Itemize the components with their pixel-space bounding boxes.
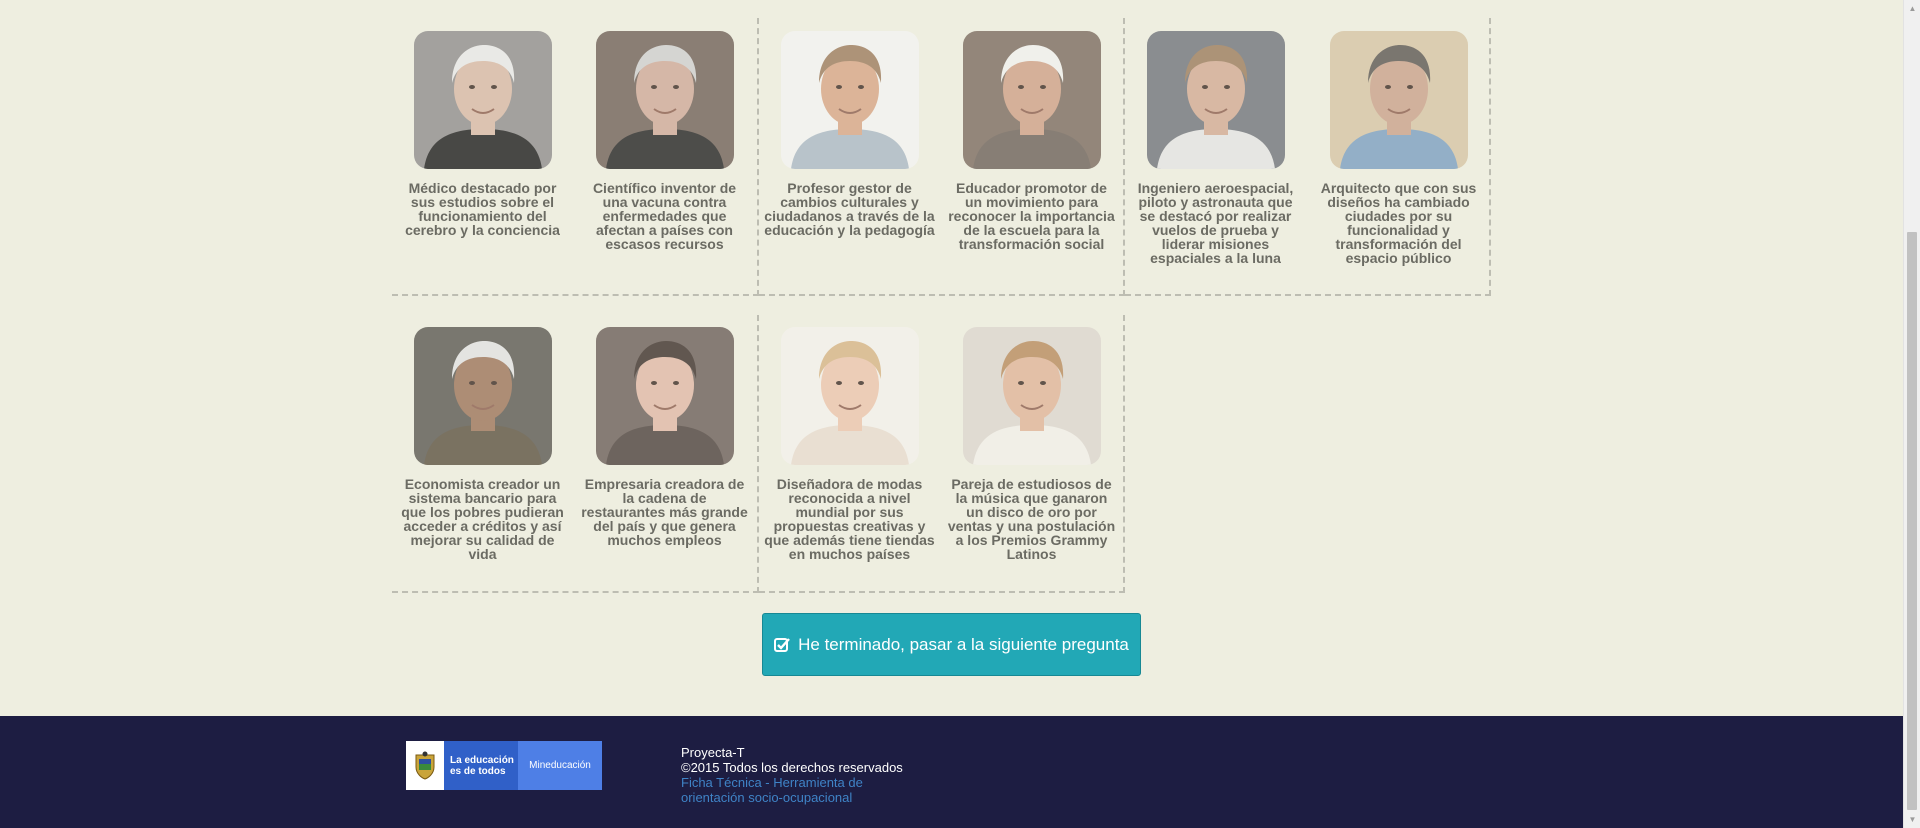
footer-info: Proyecta-T ©2015 Todos los derechos rese… — [681, 745, 903, 805]
portrait-image — [962, 327, 1101, 465]
footer-site-name: Proyecta-T — [681, 745, 745, 760]
profile-card[interactable]: Pareja de estudiosos de la música que ga… — [940, 327, 1123, 561]
page-scrollbar[interactable]: ▲ ▼ — [1903, 0, 1920, 828]
check-square-icon — [774, 637, 791, 652]
portrait-photo — [413, 31, 552, 169]
portrait-photo — [962, 327, 1101, 465]
technical-sheet-link[interactable]: Ficha Técnica - Herramienta de orientaci… — [681, 775, 891, 805]
portrait-photo — [595, 31, 734, 169]
profile-card[interactable]: Arquitecto que con sus diseños ha cambia… — [1307, 31, 1490, 265]
profile-card[interactable]: Ingeniero aeroespacial, piloto y astrona… — [1124, 31, 1307, 265]
logo-tagline: La educación es de todos — [444, 741, 518, 790]
card-caption: Científico inventor de una vacuna contra… — [592, 180, 737, 252]
profile-card[interactable]: Profesor gestor de cambios culturales y … — [758, 31, 941, 237]
portrait-image — [595, 327, 734, 465]
portrait-image — [962, 31, 1101, 169]
logo-line-2: es de todos — [450, 765, 506, 777]
portrait-photo — [780, 327, 919, 465]
card-caption: Médico destacado por sus estudios sobre … — [405, 180, 560, 238]
profile-card[interactable]: Empresaria creadora de la cadena de rest… — [573, 327, 756, 547]
logo-ministry-name: Mineducación — [518, 741, 602, 790]
portrait-image — [595, 31, 734, 169]
portrait-image — [1146, 31, 1285, 169]
profile-card[interactable]: Economista creador un sistema bancario p… — [391, 327, 574, 561]
portrait-image — [780, 327, 919, 465]
portrait-photo — [962, 31, 1101, 169]
card-caption: Educador promotor de un movimiento para … — [948, 180, 1115, 252]
portrait-photo — [413, 327, 552, 465]
card-caption: Empresaria creadora de la cadena de rest… — [581, 476, 748, 548]
portrait-photo — [1146, 31, 1285, 169]
portrait-image — [780, 31, 919, 169]
profile-card[interactable]: Científico inventor de una vacuna contra… — [573, 31, 756, 251]
next-question-button[interactable]: He terminado, pasar a la siguiente pregu… — [762, 613, 1141, 676]
coat-of-arms-icon — [406, 741, 444, 790]
portrait-photo — [1329, 31, 1468, 169]
logo-line-1: La educación — [450, 754, 514, 766]
card-caption: Arquitecto que con sus diseños ha cambia… — [1320, 180, 1477, 266]
scroll-down-arrow-icon[interactable]: ▼ — [1904, 811, 1920, 828]
profile-card[interactable]: Médico destacado por sus estudios sobre … — [391, 31, 574, 237]
next-question-label: He terminado, pasar a la siguiente pregu… — [798, 634, 1129, 654]
scroll-thumb[interactable] — [1907, 232, 1917, 810]
scroll-up-arrow-icon[interactable]: ▲ — [1904, 0, 1920, 17]
card-caption: Pareja de estudiosos de la música que ga… — [947, 476, 1116, 562]
card-caption: Profesor gestor de cambios culturales y … — [764, 180, 935, 238]
card-caption: Diseñadora de modas reconocida a nivel m… — [764, 476, 935, 562]
profile-card[interactable]: Educador promotor de un movimiento para … — [940, 31, 1123, 251]
mineducacion-logo[interactable]: La educación es de todos Mineducación — [406, 741, 602, 790]
profile-card[interactable]: Diseñadora de modas reconocida a nivel m… — [758, 327, 941, 561]
card-caption: Ingeniero aeroespacial, piloto y astrona… — [1137, 180, 1294, 266]
site-footer: La educación es de todos Mineducación Pr… — [0, 716, 1903, 828]
footer-copyright: ©2015 Todos los derechos reservados — [681, 760, 903, 775]
portrait-image — [413, 327, 552, 465]
card-caption: Economista creador un sistema bancario p… — [401, 476, 564, 562]
portrait-image — [413, 31, 552, 169]
portrait-photo — [780, 31, 919, 169]
portrait-image — [1329, 31, 1468, 169]
portrait-photo — [595, 327, 734, 465]
